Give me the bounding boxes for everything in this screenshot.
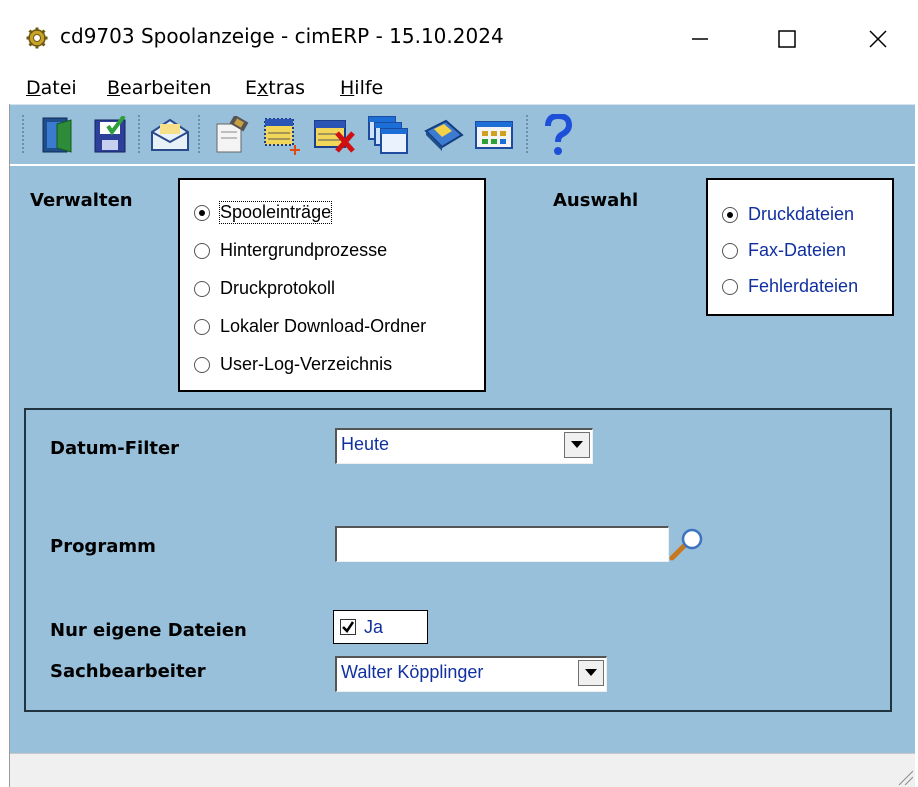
auswahl-label: Auswahl <box>553 190 639 211</box>
delete-icon <box>314 120 355 153</box>
mail-button[interactable] <box>148 113 192 157</box>
radio-button[interactable] <box>194 356 210 373</box>
radio-hintergrundprozesse[interactable]: Hintergrundprozesse <box>194 240 387 261</box>
exit-button[interactable] <box>36 113 80 157</box>
auswahl-group: Druckdateien Fax-Dateien Fehlerdateien <box>706 178 894 316</box>
programm-label: Programm <box>50 536 156 557</box>
toolbar-grip[interactable] <box>22 115 26 153</box>
radio-button[interactable] <box>722 206 738 223</box>
edit-button[interactable] <box>210 113 254 157</box>
radio-user-log-verzeichnis[interactable]: User-Log-Verzeichnis <box>194 354 392 375</box>
toolbar-separator-2 <box>198 115 202 153</box>
close-icon <box>869 30 887 48</box>
radio-label: Druckdateien <box>748 204 855 224</box>
radio-fax-dateien[interactable]: Fax-Dateien <box>722 240 846 261</box>
window-border <box>0 104 10 787</box>
menu-extras[interactable]: Extras <box>245 77 305 99</box>
delete-button[interactable] <box>312 113 356 157</box>
datum-filter-select[interactable]: Heute <box>335 428 593 464</box>
radio-label: User-Log-Verzeichnis <box>220 354 393 374</box>
new-entry-icon <box>264 118 300 155</box>
radio-button[interactable] <box>194 280 210 297</box>
maximize-button[interactable] <box>757 14 817 64</box>
book-button[interactable] <box>422 113 466 157</box>
dropdown-button[interactable] <box>578 660 604 686</box>
close-button[interactable] <box>848 14 908 64</box>
radio-button[interactable] <box>722 278 738 295</box>
toolbar-separator <box>138 115 142 153</box>
dropdown-button[interactable] <box>564 432 590 458</box>
windows-icon <box>368 116 408 154</box>
radio-lokaler-download-ordner[interactable]: Lokaler Download-Ordner <box>194 316 426 337</box>
status-bar <box>10 753 915 787</box>
radio-button[interactable] <box>194 204 210 221</box>
datum-filter-label: Datum-Filter <box>50 438 180 459</box>
gear-icon <box>26 27 48 49</box>
sachbearbeiter-value: Walter Köpplinger <box>341 662 484 682</box>
programm-input[interactable] <box>335 526 669 562</box>
minimize-icon <box>692 38 708 40</box>
minimize-button[interactable] <box>670 14 730 64</box>
checkmark-icon <box>342 621 355 633</box>
save-icon <box>94 116 126 153</box>
radio-button[interactable] <box>194 318 210 335</box>
checkbox[interactable] <box>340 619 356 635</box>
nur-eigene-dateien-label: Nur eigene Dateien <box>50 620 247 641</box>
window-title: cd9703 Spoolanzeige - cimERP - 15.10.202… <box>60 24 504 48</box>
menu-bar: Datei Bearbeiten Extras Hilfe <box>0 72 918 102</box>
help-button[interactable] <box>536 113 580 157</box>
radio-button[interactable] <box>194 242 210 259</box>
exit-icon <box>42 117 72 153</box>
toolbar <box>10 104 915 164</box>
checkbox-label: Ja <box>364 616 384 637</box>
new-entry-button[interactable] <box>260 113 304 157</box>
maximize-icon <box>778 30 796 48</box>
resize-grip-icon[interactable] <box>895 767 913 785</box>
edit-icon <box>216 116 249 153</box>
save-button[interactable] <box>88 113 132 157</box>
datum-filter-value: Heute <box>341 434 390 454</box>
chevron-down-icon <box>571 441 583 448</box>
menu-bearbeiten[interactable]: Bearbeiten <box>107 77 211 99</box>
menu-datei[interactable]: Datei <box>26 77 77 99</box>
radio-label: Lokaler Download-Ordner <box>220 316 427 336</box>
toolbar-separator-3 <box>526 115 530 153</box>
radio-label: Fehlerdateien <box>748 276 859 296</box>
sachbearbeiter-select[interactable]: Walter Köpplinger <box>335 656 607 692</box>
radio-spooleintraege[interactable]: Spooleinträge <box>194 201 333 224</box>
radio-label: Fax-Dateien <box>748 240 847 260</box>
radio-label: Hintergrundprozesse <box>220 240 388 260</box>
sachbearbeiter-label: Sachbearbeiter <box>50 661 206 682</box>
radio-druckdateien[interactable]: Druckdateien <box>722 204 854 225</box>
menu-hilfe[interactable]: Hilfe <box>340 77 383 99</box>
help-icon <box>545 114 573 155</box>
verwalten-label: Verwalten <box>30 190 133 211</box>
radio-label: Druckprotokoll <box>220 278 336 298</box>
radio-druckprotokoll[interactable]: Druckprotokoll <box>194 278 335 299</box>
radio-label: Spooleinträge <box>218 201 333 224</box>
book-icon <box>424 119 464 151</box>
radio-button[interactable] <box>722 242 738 259</box>
title-bar: cd9703 Spoolanzeige - cimERP - 15.10.202… <box>0 0 918 72</box>
windows-button[interactable] <box>366 113 410 157</box>
radio-fehlerdateien[interactable]: Fehlerdateien <box>722 276 858 297</box>
chevron-down-icon <box>585 669 597 676</box>
mail-icon <box>151 118 189 151</box>
search-icon[interactable] <box>668 528 708 562</box>
verwalten-group: Spooleinträge Hintergrundprozesse Druckp… <box>178 178 486 392</box>
nur-eigene-dateien-checkbox[interactable]: Ja <box>333 610 428 644</box>
grid-icon <box>475 121 513 149</box>
grid-button[interactable] <box>472 113 516 157</box>
